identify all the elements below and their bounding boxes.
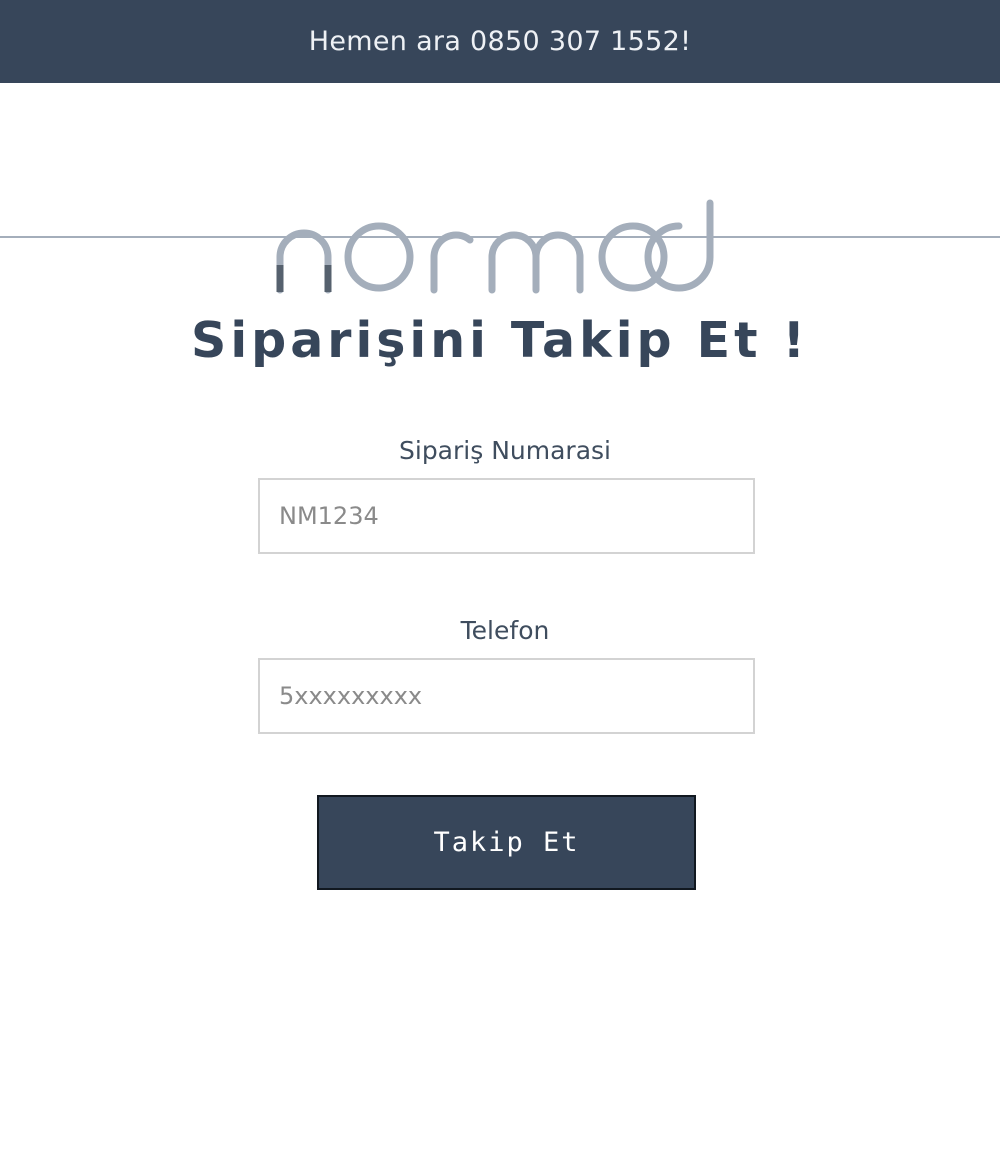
normod-logo[interactable] <box>270 195 730 300</box>
top-banner: Hemen ara 0850 307 1552! <box>0 0 1000 83</box>
call-banner-text: Hemen ara 0850 307 1552! <box>308 26 692 57</box>
phone-label: Telefon <box>460 616 550 645</box>
header <box>0 83 1000 294</box>
phone-input[interactable] <box>258 658 755 734</box>
order-number-input[interactable] <box>258 478 755 554</box>
order-number-label: Sipariş Numarasi <box>399 436 611 465</box>
track-order-button[interactable]: Takip Et <box>317 795 696 890</box>
page-title: Siparişini Takip Et ! <box>191 312 809 369</box>
